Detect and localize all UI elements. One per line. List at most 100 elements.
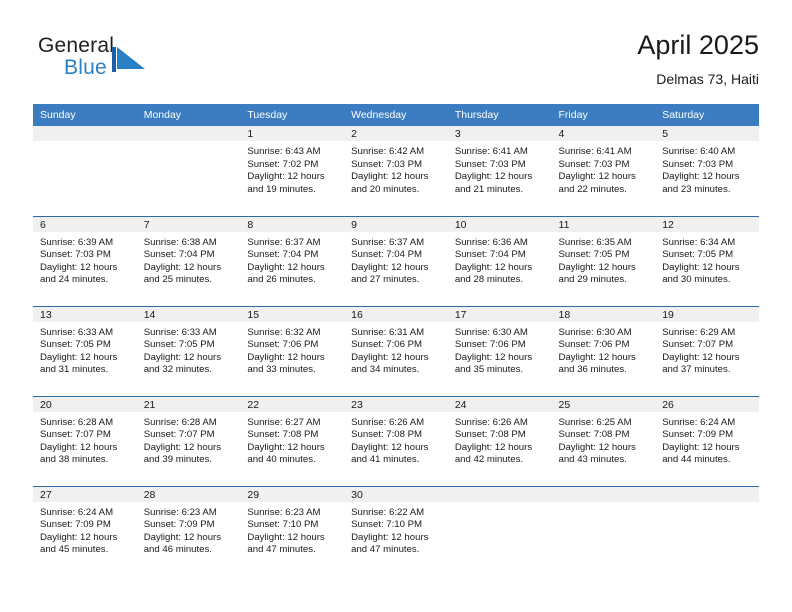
day-detail-line: Daylight: 12 hours — [454, 441, 533, 453]
day-number: 25 — [551, 396, 656, 412]
day-detail-line: Daylight: 12 hours — [351, 261, 429, 273]
calendar-table: Sunday Monday Tuesday Wednesday Thursday Frid… — [33, 104, 759, 576]
day-number: 23 — [344, 396, 448, 412]
calendar-cell-empty — [447, 485, 552, 576]
page-title: April 2025 — [637, 30, 759, 60]
day-detail-line: Sunrise: 6:31 AM — [351, 326, 425, 338]
calendar-day-cell[interactable]: 12 Sunrise: 6:34 AM Sunset: 7:05 PM Dayligh… — [655, 215, 759, 306]
brand-name-general: General — [38, 34, 115, 57]
day-details: Sunrise: 6:22 AM Sunset: 7:10 PM Daylight:… — [344, 502, 448, 557]
day-detail-line: Daylight: 12 hours — [662, 441, 740, 453]
brand-logo[interactable]: General Blue — [38, 34, 238, 90]
calendar-day-cell[interactable]: 4 Sunrise: 6:41 AM Sunset: 7:03 PM Daylight… — [551, 126, 656, 216]
day-number: 20 — [33, 396, 137, 412]
day-detail-line: Sunset: 7:04 PM — [143, 249, 215, 261]
calendar-day-cell[interactable]: 8 Sunrise: 6:37 AM Sunset: 7:04 PM Daylight… — [240, 215, 345, 306]
calendar-day-cell[interactable]: 6 Sunrise: 6:39 AM Sunset: 7:03 PM Daylight… — [33, 215, 137, 306]
day-number: 2 — [344, 126, 448, 141]
calendar-page: General Blue April 2025 Delmas 73, Haiti… — [0, 0, 792, 612]
calendar-day-cell[interactable]: 15 Sunrise: 6:32 AM Sunset: 7:06 PM Dayligh… — [240, 305, 345, 396]
day-detail-line: and 25 minutes. — [143, 274, 212, 286]
calendar-week-row: 13 Sunrise: 6:33 AM Sunset: 7:05 PM Dayligh… — [33, 305, 759, 396]
day-detail-line: Daylight: 12 hours — [143, 531, 222, 543]
weekday-header-saturday: Saturday — [655, 104, 759, 126]
calendar-day-cell[interactable]: 10 Sunrise: 6:36 AM Sunset: 7:04 PM Dayligh… — [447, 215, 552, 306]
day-number: 6 — [33, 216, 137, 232]
calendar-cell-empty — [136, 126, 241, 216]
day-detail-line: and 31 minutes. — [40, 364, 109, 376]
page-subtitle: Delmas 73, Haiti — [656, 71, 759, 87]
day-number: 16 — [344, 306, 448, 322]
day-detail-line: Sunrise: 6:26 AM — [454, 416, 528, 428]
calendar-day-cell[interactable]: 7 Sunrise: 6:38 AM Sunset: 7:04 PM Daylight… — [136, 215, 241, 306]
calendar-day-cell[interactable]: 14 Sunrise: 6:33 AM Sunset: 7:05 PM Dayligh… — [136, 305, 241, 396]
calendar-day-cell[interactable]: 16 Sunrise: 6:31 AM Sunset: 7:06 PM Dayligh… — [344, 305, 448, 396]
weekday-header-tuesday: Tuesday — [240, 104, 345, 126]
day-detail-line: Daylight: 12 hours — [143, 351, 222, 363]
day-detail-line: and 38 minutes. — [40, 454, 109, 466]
calendar-day-cell[interactable]: 21 Sunrise: 6:28 AM Sunset: 7:07 PM Dayligh… — [136, 395, 241, 486]
day-number — [447, 486, 552, 502]
calendar-day-cell[interactable]: 2 Sunrise: 6:42 AM Sunset: 7:03 PM Daylight… — [344, 126, 448, 216]
calendar-day-cell[interactable]: 25 Sunrise: 6:25 AM Sunset: 7:08 PM Dayligh… — [551, 395, 656, 486]
calendar-day-cell[interactable]: 17 Sunrise: 6:30 AM Sunset: 7:06 PM Dayligh… — [447, 305, 552, 396]
day-details: Sunrise: 6:39 AM Sunset: 7:03 PM Daylight:… — [33, 232, 137, 287]
day-detail-line: Sunset: 7:06 PM — [247, 339, 319, 351]
day-detail-line: Sunset: 7:03 PM — [662, 158, 734, 170]
day-number: 21 — [136, 396, 241, 412]
calendar-day-cell[interactable]: 26 Sunrise: 6:24 AM Sunset: 7:09 PM Dayligh… — [655, 395, 759, 486]
calendar-day-cell[interactable]: 30 Sunrise: 6:22 AM Sunset: 7:10 PM Dayligh… — [344, 485, 448, 576]
day-detail-line: and 41 minutes. — [351, 454, 420, 466]
day-details: Sunrise: 6:30 AM Sunset: 7:06 PM Daylight:… — [552, 322, 656, 377]
day-detail-line: and 20 minutes. — [351, 183, 420, 195]
day-detail-line: Sunrise: 6:40 AM — [662, 146, 736, 157]
day-number: 24 — [447, 396, 552, 412]
calendar-day-cell[interactable]: 23 Sunrise: 6:26 AM Sunset: 7:08 PM Dayligh… — [344, 395, 448, 486]
calendar-day-cell[interactable]: 9 Sunrise: 6:37 AM Sunset: 7:04 PM Daylight… — [344, 215, 448, 306]
calendar-day-cell[interactable]: 19 Sunrise: 6:29 AM Sunset: 7:07 PM Dayligh… — [655, 305, 759, 396]
day-detail-line: Sunrise: 6:37 AM — [351, 236, 425, 248]
calendar-day-cell[interactable]: 3 Sunrise: 6:41 AM Sunset: 7:03 PM Daylight… — [447, 126, 552, 216]
day-details: Sunrise: 6:33 AM Sunset: 7:05 PM Daylight:… — [137, 322, 241, 377]
calendar-day-cell[interactable]: 11 Sunrise: 6:35 AM Sunset: 7:05 PM Dayligh… — [551, 215, 656, 306]
day-detail-line: Sunset: 7:06 PM — [454, 339, 526, 351]
day-detail-line: Daylight: 12 hours — [351, 351, 429, 363]
day-detail-line: and 29 minutes. — [558, 274, 627, 286]
day-detail-line: Daylight: 12 hours — [662, 351, 740, 363]
day-detail-line: and 23 minutes. — [662, 183, 731, 195]
calendar-day-cell[interactable]: 1 Sunrise: 6:43 AM Sunset: 7:02 PM Daylight… — [240, 126, 345, 216]
day-number — [655, 486, 759, 502]
day-detail-line: Daylight: 12 hours — [247, 261, 325, 273]
day-detail-line: Sunset: 7:07 PM — [40, 429, 111, 441]
day-details: Sunrise: 6:35 AM Sunset: 7:05 PM Daylight:… — [552, 232, 656, 287]
day-detail-line: Sunset: 7:05 PM — [662, 249, 734, 261]
weekday-header-sunday: Sunday — [33, 104, 137, 126]
day-number: 8 — [240, 216, 345, 232]
calendar-day-cell[interactable]: 13 Sunrise: 6:33 AM Sunset: 7:05 PM Dayligh… — [33, 305, 137, 396]
title-block: April 2025 Delmas 73, Haiti — [637, 28, 759, 90]
day-detail-line: Sunset: 7:04 PM — [351, 249, 423, 261]
day-detail-line: Daylight: 12 hours — [143, 441, 222, 453]
calendar-day-cell[interactable]: 28 Sunrise: 6:23 AM Sunset: 7:09 PM Dayligh… — [136, 485, 241, 576]
day-detail-line: Sunset: 7:04 PM — [247, 249, 319, 261]
day-detail-line: Sunrise: 6:23 AM — [247, 506, 321, 518]
day-detail-line: and 22 minutes. — [558, 183, 627, 195]
day-detail-line: Sunset: 7:05 PM — [40, 339, 111, 351]
calendar-day-cell[interactable]: 27 Sunrise: 6:24 AM Sunset: 7:09 PM Dayligh… — [33, 485, 137, 576]
calendar-day-cell[interactable]: 29 Sunrise: 6:23 AM Sunset: 7:10 PM Dayligh… — [240, 485, 345, 576]
day-details: Sunrise: 6:26 AM Sunset: 7:08 PM Daylight:… — [344, 412, 448, 467]
calendar-day-cell[interactable]: 20 Sunrise: 6:28 AM Sunset: 7:07 PM Dayligh… — [33, 395, 137, 486]
day-detail-line: Sunset: 7:06 PM — [351, 339, 423, 351]
calendar-day-cell[interactable]: 18 Sunrise: 6:30 AM Sunset: 7:06 PM Dayligh… — [551, 305, 656, 396]
day-number — [136, 126, 241, 141]
day-detail-line: Daylight: 12 hours — [454, 351, 533, 363]
day-details: Sunrise: 6:26 AM Sunset: 7:08 PM Daylight:… — [448, 412, 552, 467]
day-number: 13 — [33, 306, 137, 322]
calendar-day-cell[interactable]: 5 Sunrise: 6:40 AM Sunset: 7:03 PM Daylight… — [655, 126, 759, 216]
blue-triangle-flag-icon — [112, 47, 146, 72]
calendar-day-cell[interactable]: 24 Sunrise: 6:26 AM Sunset: 7:08 PM Dayligh… — [447, 395, 552, 486]
day-detail-line: Sunrise: 6:36 AM — [454, 236, 528, 248]
calendar-day-cell[interactable]: 22 Sunrise: 6:27 AM Sunset: 7:08 PM Dayligh… — [240, 395, 345, 486]
day-number: 14 — [136, 306, 241, 322]
day-details: Sunrise: 6:38 AM Sunset: 7:04 PM Daylight:… — [137, 232, 241, 287]
